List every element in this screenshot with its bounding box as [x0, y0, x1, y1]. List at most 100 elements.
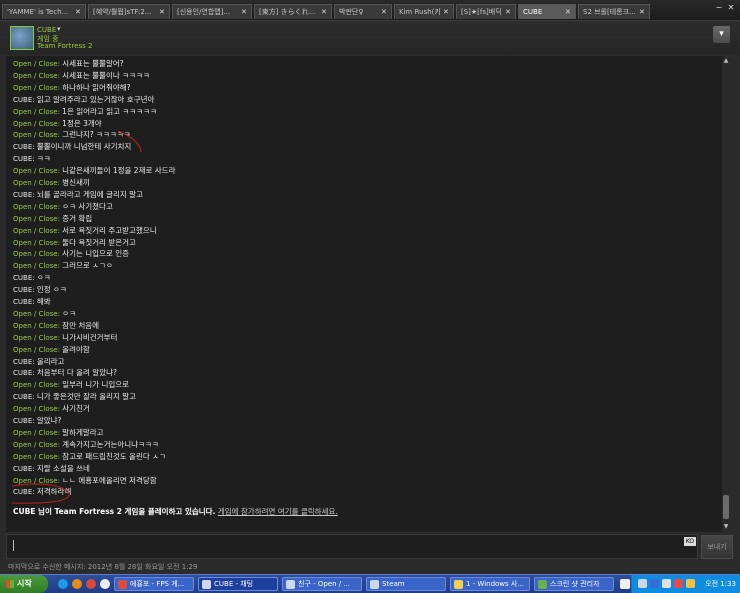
- folder-icon: [454, 580, 463, 589]
- tray-app-icon[interactable]: [686, 579, 695, 588]
- message-sender: Open / Close: [13, 262, 58, 271]
- close-icon[interactable]: ✕: [443, 5, 451, 19]
- tab-2[interactable]: [신용인/연합맵]... ✕: [172, 4, 252, 19]
- tab-4[interactable]: 박판단♀ ✕: [334, 4, 392, 19]
- security-icon[interactable]: [674, 579, 683, 588]
- message-text: 참고로 패드립친것도 올린다 ㅅㄱ: [62, 451, 166, 461]
- chat-menu-button[interactable]: ▾: [713, 26, 730, 43]
- message-text: 그런냐지? ㅋㅋㅋㅋㅋ: [62, 130, 131, 140]
- chat-message: Open / Close: 1정은 3개야: [13, 118, 102, 128]
- ie-icon[interactable]: [58, 579, 68, 589]
- message-sender: Open / Close: [13, 71, 58, 80]
- volume-icon[interactable]: [662, 579, 671, 588]
- tab-6[interactable]: [S]★[fs]배딕 ✕: [456, 4, 516, 19]
- close-icon[interactable]: ✕: [565, 5, 573, 19]
- chat-message: CUBE: 알았냐?: [13, 416, 62, 425]
- taskbar-item[interactable]: Steam: [366, 577, 446, 591]
- tab-label: [東方] きらくれ...: [259, 8, 316, 16]
- message-input[interactable]: [6, 534, 698, 559]
- close-icon[interactable]: ✕: [321, 5, 329, 19]
- message-sender: Open / Close: [13, 167, 58, 176]
- message-text: ㅇㅋ 사기쳤다고: [62, 201, 113, 211]
- media-icon[interactable]: [86, 579, 96, 589]
- close-icon[interactable]: ✕: [639, 5, 647, 19]
- message-text: 둘다 욕짓거리 받은거고: [62, 237, 136, 247]
- message-sender: CUBE: [13, 155, 33, 164]
- message-text: 서로 욕짓거리 주고받고했으니: [62, 225, 157, 235]
- message-text: 알았냐?: [36, 416, 62, 425]
- system-tray: 오전 1:33: [631, 575, 740, 593]
- windows-taskbar: 시작 에횽포 - FPS 게... CUBE - 채팅 친구 - Open / …: [0, 574, 740, 593]
- close-icon[interactable]: ✕: [159, 5, 167, 19]
- taskbar-item[interactable]: 친구 - Open / ...: [282, 577, 362, 591]
- chat-message: Open / Close: 시세표는 뿔뿔이나 ㅋㅋㅋㅋ: [13, 70, 150, 80]
- message-text: 시세표는 뿔뿔이나 ㅋㅋㅋㅋ: [62, 70, 150, 80]
- scroll-up-icon[interactable]: ▲: [722, 57, 730, 65]
- window-controls: − ✕: [712, 3, 736, 12]
- message-list: Open / Close: 시세표는 뿔뿔알어? Open / Close: 시세…: [6, 56, 724, 532]
- taskbar-item[interactable]: CUBE - 채팅: [198, 577, 278, 591]
- chat-message: CUBE: ㅋㅋ: [13, 154, 51, 164]
- scrollbar[interactable]: ▲ ▼: [722, 57, 730, 531]
- message-sender: CUBE: [13, 274, 33, 283]
- join-game-link[interactable]: 게임에 참가하려면 여기를 클릭하세요.: [218, 507, 338, 516]
- message-sender: Open / Close: [13, 119, 58, 128]
- avatar[interactable]: [10, 26, 34, 50]
- taskbar-item-label: 1 - Windows 사...: [466, 580, 525, 588]
- chat-message: CUBE: 뇌를 골라라고 게임에 글리지 말고: [13, 189, 143, 199]
- message-text: ㅋㅋ: [36, 154, 51, 164]
- chat-message: CUBE: 올리라고: [13, 356, 65, 366]
- message-sender: CUBE: [13, 357, 33, 366]
- system-message: CUBE 님이 Team Fortress 2 게임을 플레이하고 있습니다. …: [13, 506, 338, 517]
- friend-game: Team Fortress 2: [37, 42, 93, 50]
- close-icon[interactable]: ✕: [241, 5, 249, 19]
- message-sender: Open / Close: [13, 214, 58, 223]
- chat-message: Open / Close: 말하게말라고: [13, 427, 104, 437]
- tab-3[interactable]: [東方] きらくれ... ✕: [254, 4, 332, 19]
- firefox-icon[interactable]: [72, 579, 82, 589]
- close-icon[interactable]: ✕: [505, 5, 513, 19]
- help-icon[interactable]: [620, 579, 630, 589]
- message-sender: Open / Close: [13, 179, 58, 187]
- friend-name[interactable]: CUBE: [37, 26, 56, 34]
- scroll-down-icon[interactable]: ▼: [722, 523, 730, 531]
- tab-8[interactable]: S2 브롤[테롱크... ✕: [578, 4, 650, 19]
- chat-message: Open / Close: ㅇㅋ: [13, 308, 76, 318]
- message-text: 사기친거: [62, 404, 90, 414]
- tab-1[interactable]: [혜약/뿔뭡]sTF:2... ✕: [88, 4, 170, 19]
- last-received-text: 마지막으로 수신한 메시지: 2012년 8월 28일 화요일 오전 1:29: [8, 563, 198, 571]
- close-window-icon[interactable]: ✕: [726, 3, 736, 12]
- tab-7[interactable]: CUBE ✕: [518, 4, 576, 19]
- chat-message: Open / Close: 증거 확립: [13, 213, 93, 223]
- clock: 오전 1:33: [705, 580, 736, 588]
- message-text: 시세표는 뿔뿔알어?: [62, 59, 124, 68]
- chat-message: CUBE: ㅇㅋ: [13, 273, 51, 283]
- minimize-icon[interactable]: −: [714, 3, 724, 12]
- chat-message: CUBE: 해봐: [13, 297, 51, 306]
- network-icon[interactable]: [650, 579, 659, 588]
- system-message-text: CUBE 님이 Team Fortress 2 게임을 플레이하고 있습니다.: [13, 507, 216, 516]
- tab-0[interactable]: 'YAMME' is Tech... ✕: [2, 4, 86, 19]
- message-text: ㅇㅋ: [62, 308, 76, 318]
- taskbar-item[interactable]: 에횽포 - FPS 게...: [114, 577, 194, 591]
- scroll-thumb[interactable]: [723, 495, 729, 519]
- tab-label: CUBE: [523, 8, 543, 16]
- message-text: 1정은 3개야: [62, 118, 102, 128]
- message-sender: Open / Close: [13, 202, 58, 211]
- quicklaunch-icon[interactable]: [100, 579, 110, 589]
- send-button[interactable]: 보내기: [701, 535, 733, 559]
- close-icon[interactable]: ✕: [75, 5, 83, 19]
- start-button[interactable]: 시작: [0, 575, 48, 593]
- chat-message: Open / Close: 니가시비건거부터: [13, 332, 118, 342]
- taskbar-item[interactable]: 1 - Windows 사...: [450, 577, 530, 591]
- steam-tray-icon[interactable]: [638, 579, 647, 588]
- message-text: 처음부터 다 올려 알았냐?: [36, 368, 117, 378]
- message-text: 올리라고: [36, 356, 65, 366]
- close-icon[interactable]: ✕: [381, 5, 389, 19]
- tab-5[interactable]: Kim Rush(키웃...✕: [394, 4, 454, 19]
- message-sender: CUBE: [13, 369, 33, 378]
- taskbar-item[interactable]: 스크린 샷 관리자: [534, 577, 614, 591]
- chat-message: Open / Close: 사기친거: [13, 404, 90, 414]
- chevron-down-icon[interactable]: ▾: [57, 25, 61, 33]
- tab-label: Kim Rush(키웃...: [399, 8, 441, 16]
